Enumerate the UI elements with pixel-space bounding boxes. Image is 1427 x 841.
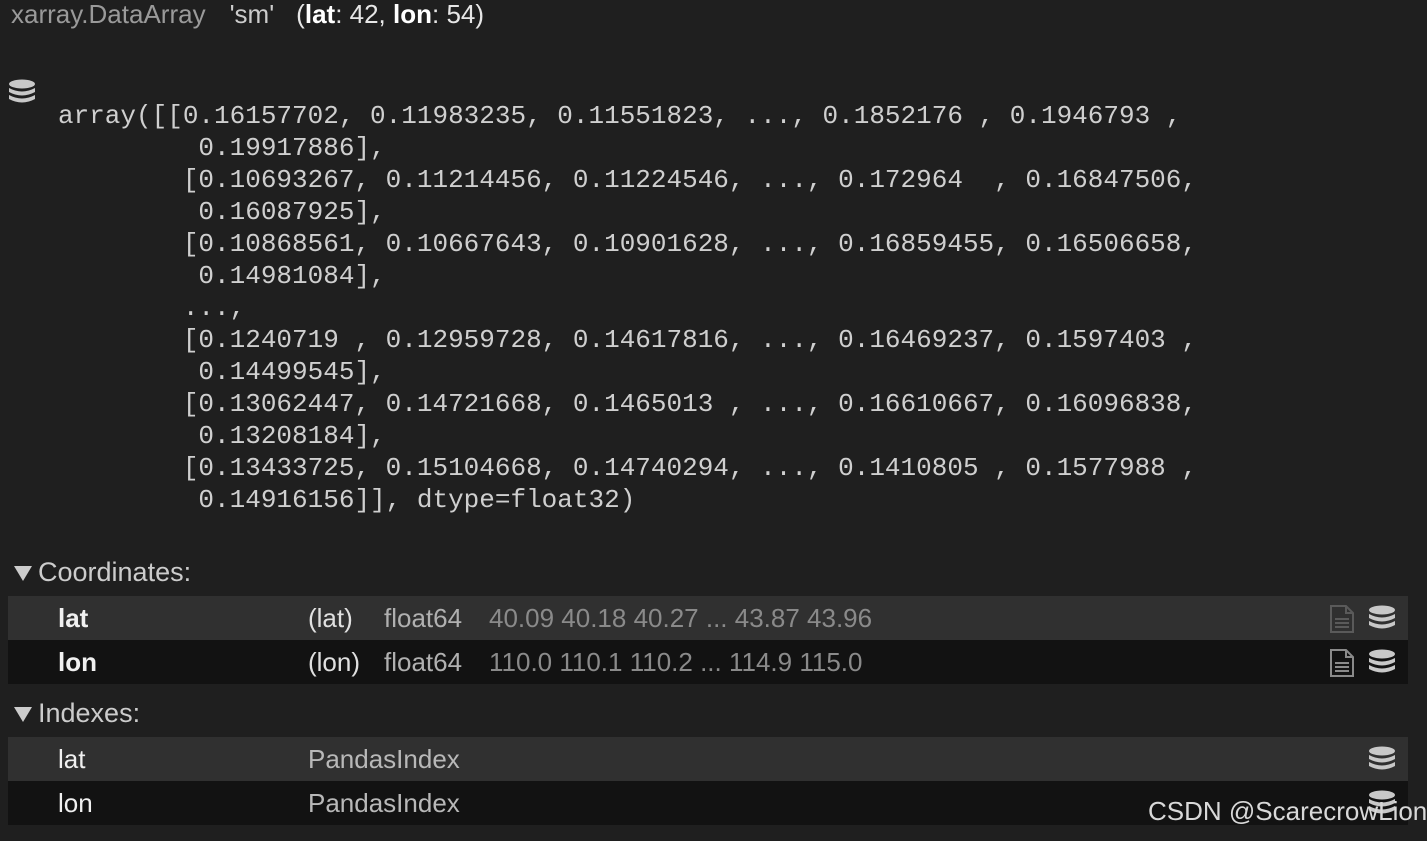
coordinate-name: lat <box>58 602 89 633</box>
dataarray-header: xarray.DataArray 'sm' (lat: 42, lon: 54) <box>11 0 484 32</box>
database-icon[interactable] <box>1367 604 1397 634</box>
dim-lat-size: : 42, <box>335 0 394 29</box>
coordinate-row-lon: lon (lon) float64 110.0 110.1 110.2 ... … <box>8 640 1408 684</box>
coordinate-preview: 40.09 40.18 40.27 ... 43.87 43.96 <box>489 602 873 633</box>
coordinate-dtype: float64 <box>384 646 463 677</box>
dim-lat-name: lat <box>304 0 336 29</box>
file-text-icon[interactable] <box>1328 648 1356 678</box>
dim-lon-size: : 54) <box>432 0 485 29</box>
indexes-section-toggle[interactable]: Indexes: <box>14 696 140 730</box>
watermark: CSDN @ScarecrowLion <box>1148 796 1427 826</box>
database-icon[interactable] <box>1367 648 1397 678</box>
coordinate-row-lat: lat (lat) float64 40.09 40.18 40.27 ... … <box>8 596 1408 640</box>
index-type: PandasIndex <box>308 787 460 818</box>
index-name: lat <box>58 743 86 774</box>
index-type: PandasIndex <box>308 743 460 774</box>
variable-name: 'sm' <box>229 0 275 29</box>
dimensions-summary: (lat: 42, lon: 54) <box>296 0 484 30</box>
coordinate-name: lon <box>58 646 97 677</box>
class-name: xarray.DataArray <box>11 0 206 29</box>
coordinates-section-toggle[interactable]: Coordinates: <box>14 555 191 589</box>
triangle-down-icon <box>14 706 32 722</box>
dim-lon-name: lon <box>393 0 433 29</box>
indexes-title: Indexes: <box>38 697 141 728</box>
index-name: lon <box>58 787 93 818</box>
coordinate-dims: (lat) <box>308 602 353 633</box>
index-row-lat: lat PandasIndex <box>8 737 1408 781</box>
coordinate-preview: 110.0 110.1 110.2 ... 114.9 115.0 <box>489 646 863 677</box>
coordinate-dims: (lon) <box>308 646 361 677</box>
xarray-dataarray-view: xarray.DataArray 'sm' (lat: 42, lon: 54)… <box>0 0 1427 841</box>
file-text-icon[interactable] <box>1328 604 1356 634</box>
triangle-down-icon <box>14 565 32 581</box>
array-values-repr: array([[0.16157702, 0.11983235, 0.115518… <box>58 101 1197 515</box>
dims-open: ( <box>296 0 305 29</box>
database-icon[interactable] <box>1367 745 1397 775</box>
coordinates-title: Coordinates: <box>38 556 192 587</box>
coordinate-dtype: float64 <box>384 602 463 633</box>
database-icon[interactable] <box>7 78 37 108</box>
